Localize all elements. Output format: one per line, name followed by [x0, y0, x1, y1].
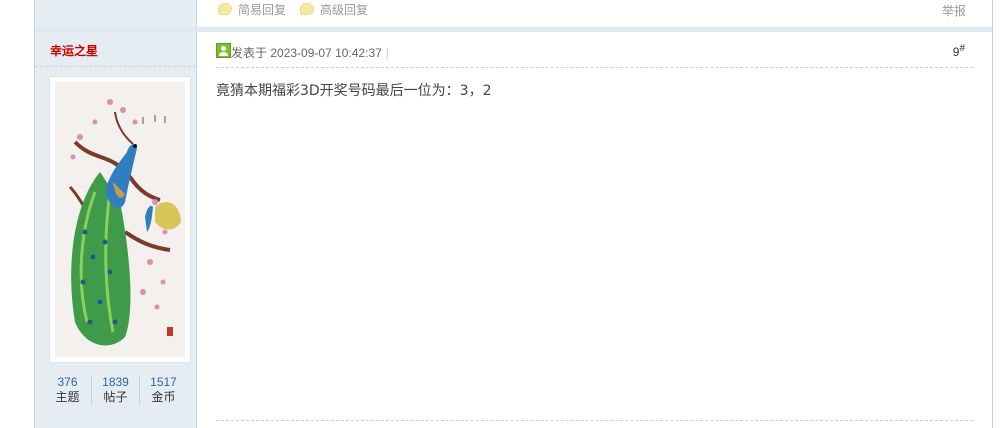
peacock-painting-image — [55, 82, 185, 357]
stat-coins: 1517 金币 — [139, 375, 187, 405]
author-divider — [35, 66, 196, 67]
avatar[interactable] — [50, 77, 190, 362]
floor-mark: # — [959, 43, 965, 54]
advanced-reply-link[interactable]: 高级回复 — [300, 2, 368, 18]
stat-coins-count[interactable]: 1517 — [140, 375, 187, 390]
previous-post-footer: 简易回复 高级回复 举报 — [35, 0, 992, 27]
author-name-link[interactable]: 幸运之星 — [50, 42, 98, 59]
quick-reply-label: 简易回复 — [238, 3, 287, 17]
post-bottom-divider — [216, 420, 973, 421]
previous-author-column — [35, 0, 197, 27]
reply-icon — [300, 3, 314, 15]
post-time: 发表于 2023-09-07 10:42:37 | — [231, 44, 389, 61]
stat-posts-count[interactable]: 1839 — [92, 375, 139, 390]
author-stats: 376 主题 1839 帖子 1517 金币 — [35, 375, 196, 405]
frame-right-border — [992, 0, 993, 428]
meta-pipe: | — [385, 46, 389, 60]
advanced-reply-label: 高级回复 — [320, 3, 369, 17]
posted-label: 发表于 — [231, 46, 268, 60]
post-content: 竟猜本期福彩3D开奖号码最后一位为：3，2 — [216, 83, 492, 99]
floor-number-link[interactable]: 9# — [953, 43, 965, 59]
report-link[interactable]: 举报 — [942, 2, 966, 19]
stat-posts-label: 帖子 — [103, 390, 128, 404]
quick-reply-link[interactable]: 简易回复 — [218, 2, 286, 18]
stat-topics-label: 主题 — [55, 390, 80, 404]
stat-topics: 376 主题 — [44, 375, 91, 405]
author-column: 幸运之星 376 主题 1839 帖子 1517 金币 — [35, 32, 197, 428]
posted-time-value: 2023-09-07 10:42:37 — [270, 46, 382, 60]
stat-coins-label: 金币 — [151, 390, 176, 404]
post-meta-bar: 发表于 2023-09-07 10:42:37 | 9# — [216, 41, 973, 68]
reply-icon — [218, 3, 232, 15]
stat-posts: 1839 帖子 — [91, 375, 139, 405]
stat-topics-count[interactable]: 376 — [44, 375, 91, 390]
online-status-icon — [216, 43, 231, 58]
